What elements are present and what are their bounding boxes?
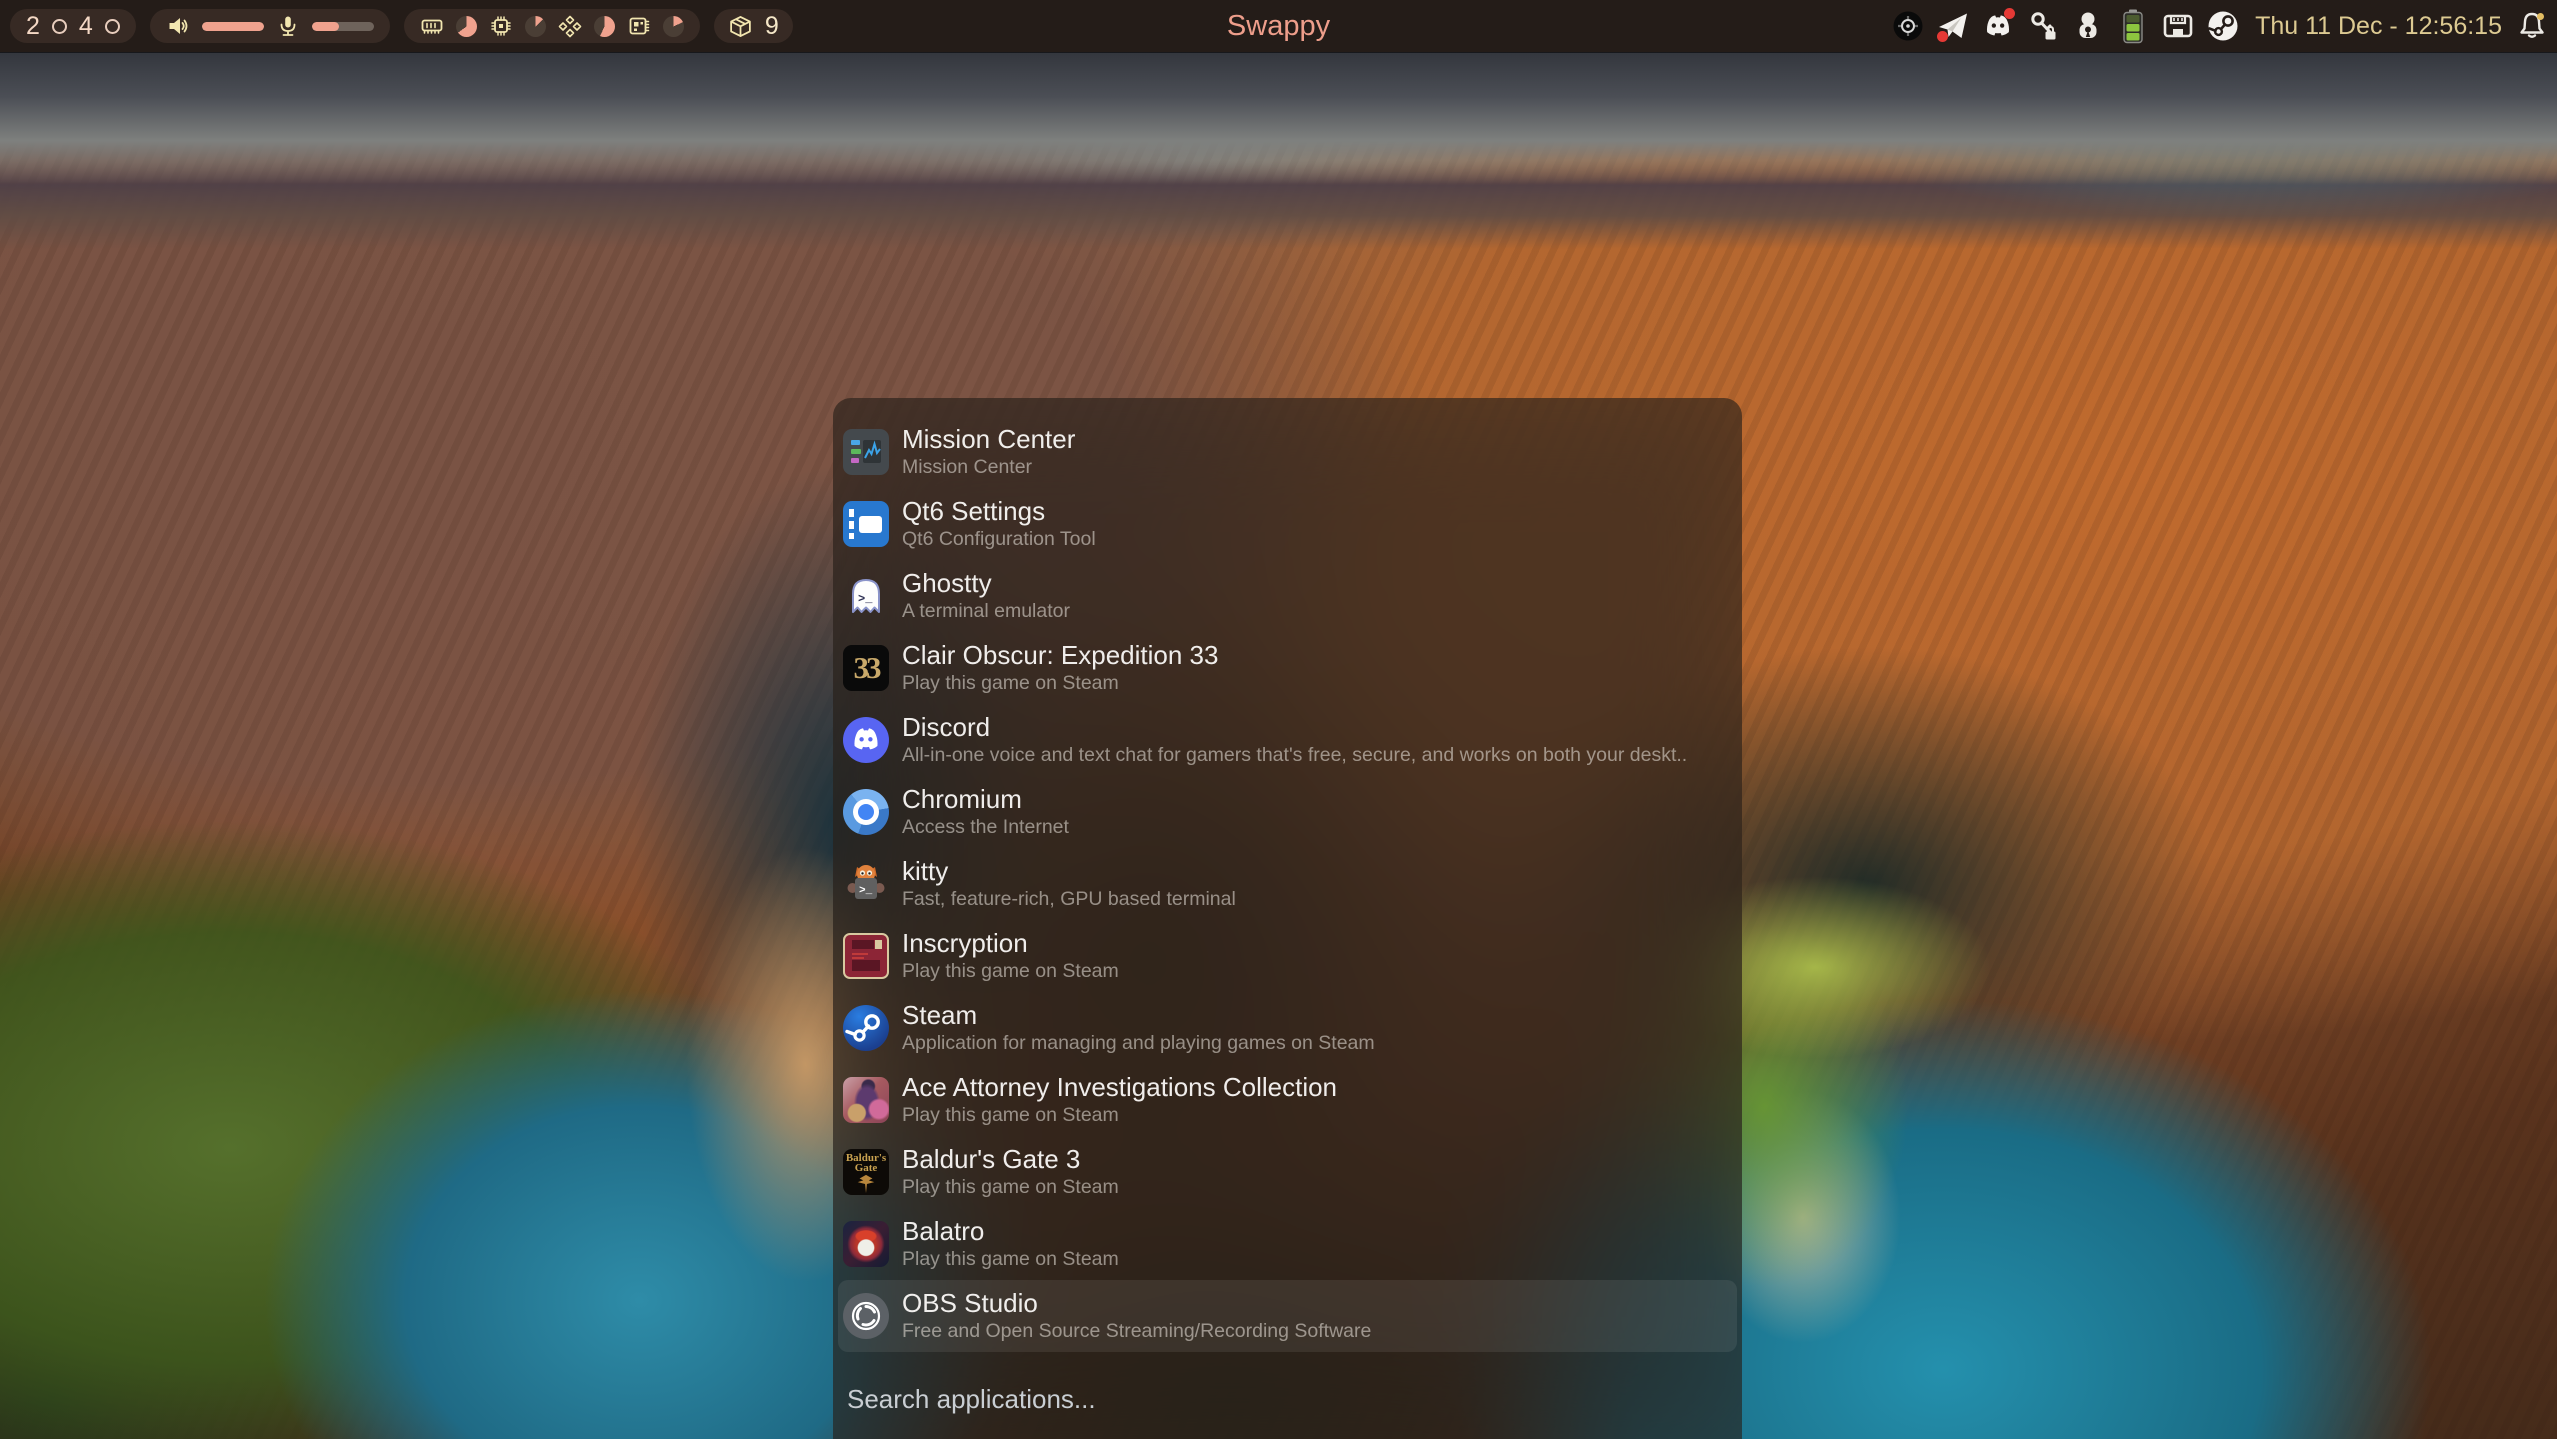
ram-icon (420, 14, 444, 38)
search-input[interactable]: Search applications... (847, 1384, 1096, 1415)
app-description: Play this game on Steam (902, 671, 1218, 696)
app-name: Ace Attorney Investigations Collection (902, 1072, 1337, 1103)
inscryption-icon (843, 933, 889, 979)
app-name: Qt6 Settings (902, 496, 1096, 527)
notification-bell-icon[interactable] (2517, 8, 2547, 44)
keyring-tray-icon[interactable] (2071, 8, 2105, 44)
launcher-item-steam[interactable]: Steam Application for managing and playi… (838, 992, 1737, 1064)
ghostty-prompt-glyph: >_ (858, 592, 873, 606)
cpu-icon (489, 14, 513, 38)
chromium-icon (843, 789, 889, 835)
app-description: All-in-one voice and text chat for gamer… (902, 743, 1687, 768)
steelseries-tray-icon[interactable] (1891, 8, 1925, 44)
app-name: kitty (902, 856, 1236, 887)
app-description: Application for managing and playing gam… (902, 1031, 1375, 1056)
launcher-item-obs-studio[interactable]: OBS Studio Free and Open Source Streamin… (838, 1280, 1737, 1352)
ace-attorney-icon (843, 1077, 889, 1123)
app-description: Qt6 Configuration Tool (902, 527, 1096, 552)
launcher-item-ghostty[interactable]: >_ Ghostty A terminal emulator (838, 560, 1737, 632)
clock[interactable]: Thu 11 Dec - 12:56:15 (2255, 12, 2502, 41)
gpu-icon (558, 14, 582, 38)
mic-slider[interactable] (312, 22, 374, 31)
bg3-emblem (851, 1173, 881, 1195)
app-name: Chromium (902, 784, 1069, 815)
ghostty-icon: >_ (843, 573, 889, 619)
speaker-icon[interactable] (166, 14, 190, 38)
ram-usage-pie (456, 16, 477, 37)
app-name: Balatro (902, 1216, 1119, 1247)
kitty-icon: >_ (843, 861, 889, 907)
qt6-settings-icon (843, 501, 889, 547)
discord-tray-icon[interactable] (1981, 8, 2015, 44)
app-name: Inscryption (902, 928, 1119, 959)
app-description: Mission Center (902, 455, 1075, 480)
workspace-dot-icon[interactable] (52, 19, 67, 34)
app-description: Play this game on Steam (902, 1103, 1337, 1128)
volume-slider[interactable] (202, 22, 264, 31)
launcher-item-balatro[interactable]: Balatro Play this game on Steam (838, 1208, 1737, 1280)
app-description: Fast, feature-rich, GPU based terminal (902, 887, 1236, 912)
launcher-item-qt6-settings[interactable]: Qt6 Settings Qt6 Configuration Tool (838, 488, 1737, 560)
launcher-item-mission-center[interactable]: Mission Center Mission Center (838, 416, 1737, 488)
telegram-tray-icon[interactable] (1936, 8, 1970, 44)
launcher-item-ace-attorney[interactable]: Ace Attorney Investigations Collection P… (838, 1064, 1737, 1136)
launcher-item-chromium[interactable]: Chromium Access the Internet (838, 776, 1737, 848)
balatro-icon (843, 1221, 889, 1267)
workspace-number[interactable]: 2 (26, 9, 40, 43)
app-name: Clair Obscur: Expedition 33 (902, 640, 1218, 671)
workspaces-widget[interactable]: 2 4 (10, 9, 136, 43)
steam-tray-icon[interactable] (2206, 8, 2240, 44)
discord-notification-badge (2004, 8, 2015, 19)
battery-indicator-icon[interactable] (2116, 8, 2150, 44)
baldurs-gate-3-icon: Baldur's Gate (843, 1149, 889, 1195)
app-description: Play this game on Steam (902, 1247, 1119, 1272)
obs-studio-icon (843, 1293, 889, 1339)
top-bar: Swappy 2 4 (0, 0, 2557, 52)
steam-icon (843, 1005, 889, 1051)
launcher-item-discord[interactable]: Discord All-in-one voice and text chat f… (838, 704, 1737, 776)
disk-usage-pie (663, 16, 684, 37)
keepassxc-tray-icon[interactable] (2026, 8, 2060, 44)
clair-obscur-icon: 33 (843, 645, 889, 691)
cpu-usage-pie (525, 16, 546, 37)
package-icon (728, 14, 753, 39)
workspace-number[interactable]: 4 (79, 9, 93, 43)
bar-left-modules: 2 4 (10, 0, 793, 52)
updates-widget[interactable]: 9 (714, 9, 793, 43)
audio-widget (150, 9, 390, 43)
telegram-notification-badge (1937, 31, 1948, 42)
app-description: Play this game on Steam (902, 959, 1119, 984)
discord-icon (843, 717, 889, 763)
system-monitor-widget (404, 9, 700, 43)
motherboard-icon (627, 14, 651, 38)
launcher-item-kitty[interactable]: >_ kitty Fast, feature-rich, GPU based t… (838, 848, 1737, 920)
app-launcher-panel: Mission Center Mission Center Qt6 Settin… (833, 398, 1742, 1439)
microphone-icon[interactable] (276, 14, 300, 38)
bar-right-modules: Thu 11 Dec - 12:56:15 (1891, 0, 2547, 52)
app-description: A terminal emulator (902, 599, 1070, 624)
app-description: Play this game on Steam (902, 1175, 1119, 1200)
app-name: Baldur's Gate 3 (902, 1144, 1119, 1175)
launcher-item-clair-obscur[interactable]: 33 Clair Obscur: Expedition 33 Play this… (838, 632, 1737, 704)
app-name: OBS Studio (902, 1288, 1371, 1319)
launcher-item-inscryption[interactable]: Inscryption Play this game on Steam (838, 920, 1737, 992)
workspace-dot-icon[interactable] (105, 19, 120, 34)
mission-center-icon (843, 429, 889, 475)
updates-count: 9 (765, 12, 779, 41)
app-name: Discord (902, 712, 1687, 743)
gpu-usage-pie (594, 16, 615, 37)
app-description: Access the Internet (902, 815, 1069, 840)
app-name: Mission Center (902, 424, 1075, 455)
network-tray-icon[interactable] (2161, 8, 2195, 44)
app-name: Steam (902, 1000, 1375, 1031)
app-name: Ghostty (902, 568, 1070, 599)
launcher-item-baldurs-gate-3[interactable]: Baldur's Gate Baldur's Gate 3 Play this … (838, 1136, 1737, 1208)
kitty-prompt-glyph: >_ (859, 885, 873, 897)
app-description: Free and Open Source Streaming/Recording… (902, 1319, 1371, 1344)
